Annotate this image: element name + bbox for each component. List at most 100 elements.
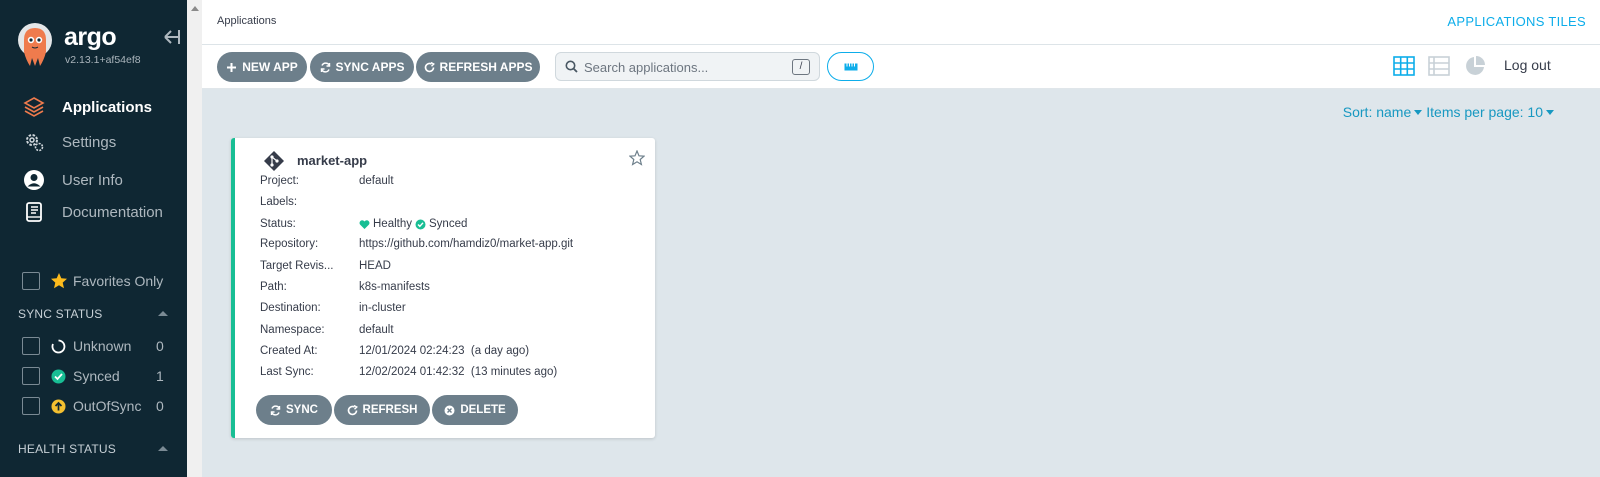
search-shortcut-key: /: [792, 59, 810, 75]
field-label-destination: Destination:: [260, 302, 321, 314]
sync-status: Synced: [429, 218, 468, 230]
star-icon: [51, 273, 67, 289]
filter-count: 0: [156, 338, 164, 354]
refresh-label: REFRESH: [362, 404, 418, 416]
refresh-button[interactable]: REFRESH: [334, 395, 430, 425]
sort-label: Sort: name: [1342, 104, 1412, 120]
sync-filter-synced[interactable]: Synced 1: [22, 367, 167, 387]
refresh-apps-label: REFRESH APPS: [439, 60, 533, 74]
health-status-title: HEALTH STATUS: [18, 442, 116, 456]
items-per-page-dropdown[interactable]: Items per page: 10: [1426, 104, 1554, 120]
refresh-icon: [424, 61, 435, 72]
new-app-button[interactable]: NEW APP: [217, 52, 307, 82]
list-view-icon[interactable]: [1428, 55, 1450, 77]
checkbox[interactable]: [22, 367, 40, 385]
arrow-up-circle-icon: [51, 399, 66, 414]
book-icon: [26, 202, 42, 222]
field-value-repository[interactable]: https://github.com/hamdiz0/market-app.gi…: [359, 238, 573, 250]
nav-user-info[interactable]: User Info: [0, 163, 190, 197]
field-value-status: Healthy Synced: [359, 218, 467, 230]
collapse-sidebar-icon[interactable]: [162, 27, 182, 47]
filter-label: OutOfSync: [73, 398, 142, 414]
checkbox[interactable]: [22, 337, 40, 355]
ruler-icon: [844, 63, 858, 71]
field-label-path: Path:: [260, 281, 287, 293]
gears-icon: [26, 134, 44, 152]
delete-button[interactable]: DELETE: [432, 395, 518, 425]
user-circle-icon: [24, 170, 44, 190]
check-circle-icon: [51, 369, 66, 384]
filter-toggle-button[interactable]: [827, 52, 874, 81]
delete-label: DELETE: [460, 404, 506, 416]
sync-icon: [320, 61, 330, 73]
app-tile-market-app[interactable]: market-app Project: default Labels: Stat…: [231, 138, 655, 438]
logo[interactable]: argo v2.13.1+af54ef8: [16, 22, 186, 70]
field-label-project: Project:: [260, 175, 299, 187]
scroll-up-arrow[interactable]: [191, 6, 199, 11]
nav-applications[interactable]: Applications: [0, 90, 190, 124]
caret-up-icon[interactable]: [157, 444, 169, 452]
field-label-target-revision: Target Revis...: [260, 260, 334, 272]
filter-label: Unknown: [73, 338, 132, 354]
tiles-view-icon[interactable]: [1393, 55, 1415, 77]
page-title: APPLICATIONS TILES: [1447, 14, 1586, 29]
search-icon: [565, 60, 578, 73]
sync-status-title: SYNC STATUS: [18, 307, 103, 321]
field-value-last-sync: 12/02/2024 01:42:32 (13 minutes ago): [359, 366, 558, 378]
sync-button[interactable]: SYNC: [256, 395, 332, 425]
sync-label: SYNC: [286, 404, 318, 416]
logout-link[interactable]: Log out: [1504, 57, 1551, 73]
field-value-destination: in-cluster: [359, 302, 406, 314]
refresh-apps-button[interactable]: REFRESH APPS: [416, 52, 540, 82]
search-input[interactable]: [584, 57, 784, 77]
sort-dropdown[interactable]: Sort: name: [1342, 104, 1423, 120]
plus-icon: [227, 62, 237, 72]
field-value-namespace: default: [359, 324, 394, 336]
field-label-repository: Repository:: [260, 238, 319, 250]
favorite-star-icon[interactable]: [629, 150, 645, 166]
search-box[interactable]: /: [555, 52, 820, 81]
health-status: Healthy: [373, 218, 412, 230]
sync-icon: [270, 404, 281, 416]
circle-notch-icon: [51, 339, 66, 354]
favorites-checkbox[interactable]: [22, 272, 40, 290]
sync-apps-button[interactable]: SYNC APPS: [310, 52, 414, 82]
sync-filter-unknown[interactable]: Unknown 0: [22, 337, 167, 357]
field-value-target-revision: HEAD: [359, 260, 391, 272]
sidebar-scrollbar[interactable]: [187, 0, 202, 477]
layers-icon: [23, 97, 45, 117]
nav-label-user-info: User Info: [62, 171, 123, 189]
git-icon: [264, 151, 284, 171]
favorites-label: Favorites Only: [73, 273, 164, 289]
filter-count: 0: [156, 398, 164, 414]
top-header: Applications APPLICATIONS TILES: [202, 0, 1600, 45]
field-label-last-sync: Last Sync:: [260, 366, 314, 378]
nav-settings[interactable]: Settings: [0, 125, 190, 159]
nav-label-settings: Settings: [62, 133, 117, 151]
version-label: v2.13.1+af54ef8: [65, 54, 141, 66]
new-app-label: NEW APP: [242, 60, 298, 74]
nav-documentation[interactable]: Documentation: [0, 195, 190, 229]
filter-label: Synced: [73, 368, 120, 384]
items-per-page-label: Items per page: 10: [1426, 104, 1543, 120]
favorites-only-filter[interactable]: Favorites Only: [22, 272, 182, 292]
field-label-labels: Labels:: [260, 196, 298, 208]
nav-label-documentation: Documentation: [62, 203, 163, 221]
field-value-created-at: 12/01/2024 02:24:23 (a day ago): [359, 345, 530, 357]
caret-down-icon: [1414, 109, 1423, 115]
breadcrumb[interactable]: Applications: [217, 15, 276, 27]
checkbox[interactable]: [22, 397, 40, 415]
check-circle-icon: [415, 219, 426, 229]
sort-controls: Sort: name Items per page: 10: [1343, 104, 1554, 120]
sidebar: argo v2.13.1+af54ef8 Applications Settin…: [0, 0, 190, 477]
field-label-created-at: Created At:: [260, 345, 318, 357]
refresh-icon: [347, 404, 358, 415]
sync-filter-outofsync[interactable]: OutOfSync 0: [22, 397, 167, 417]
field-label-namespace: Namespace:: [260, 324, 325, 336]
caret-down-icon: [1546, 109, 1554, 115]
caret-up-icon[interactable]: [157, 309, 169, 317]
pie-chart-view-icon[interactable]: [1464, 55, 1486, 77]
app-name[interactable]: market-app: [297, 153, 367, 168]
sync-apps-label: SYNC APPS: [335, 60, 405, 74]
field-label-status: Status:: [260, 218, 296, 230]
